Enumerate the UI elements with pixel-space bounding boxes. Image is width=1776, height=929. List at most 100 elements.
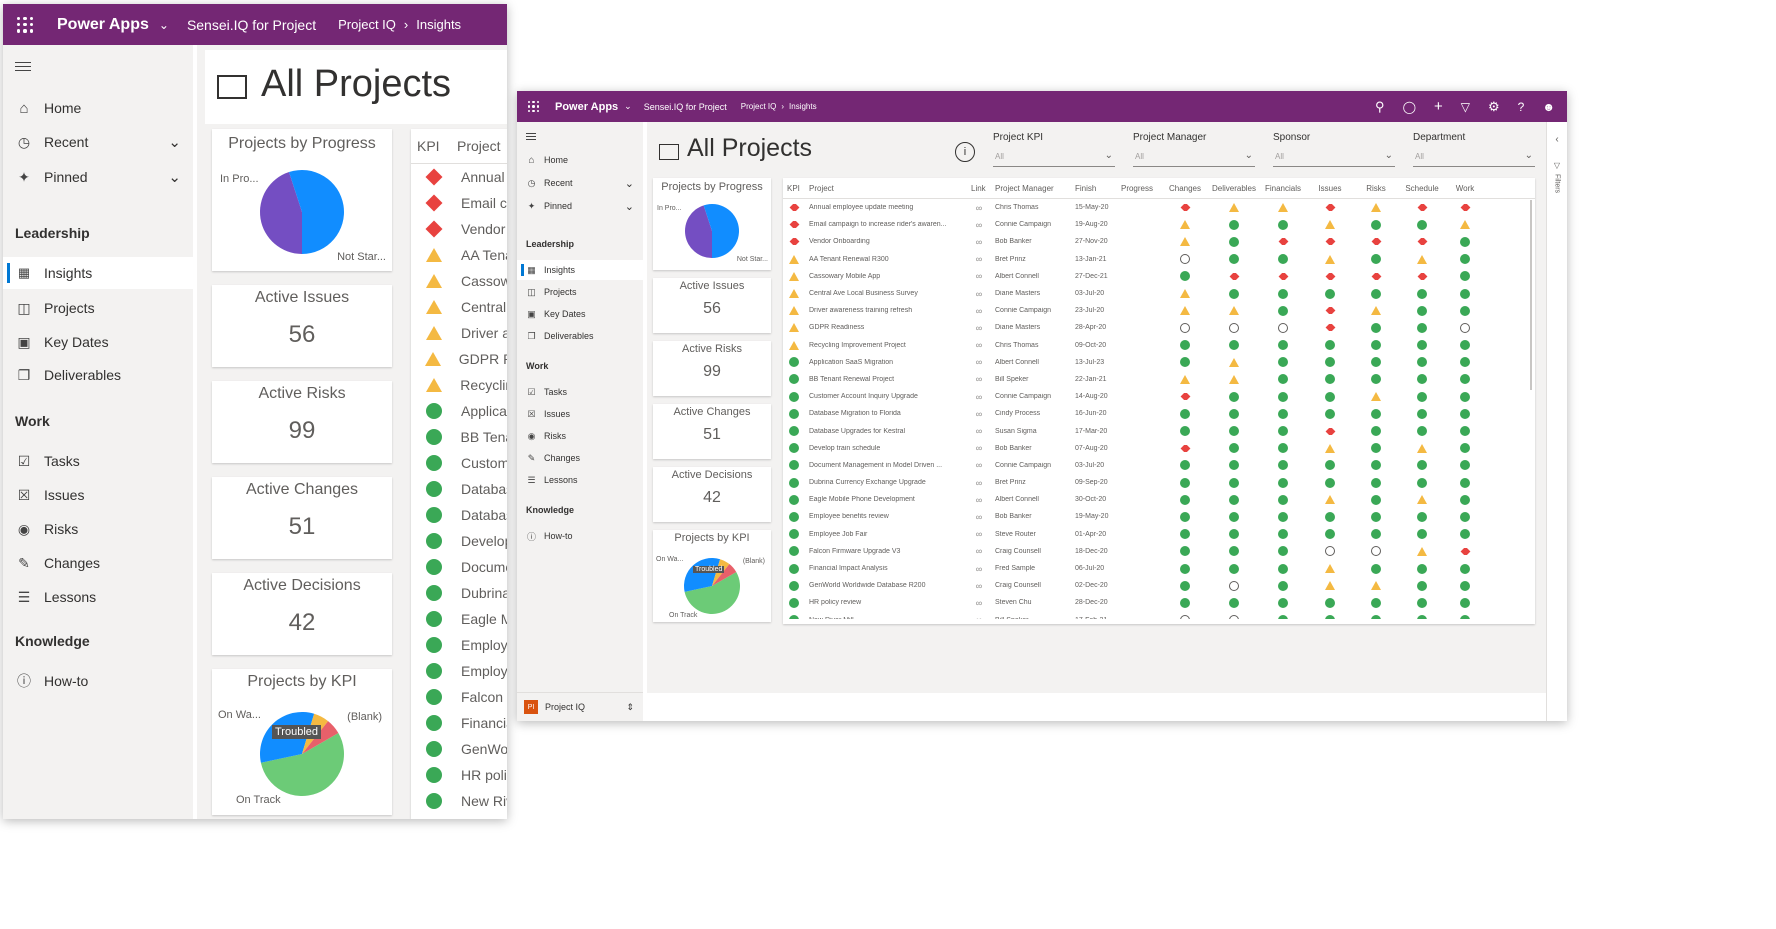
project-name[interactable]: Financial: [461, 715, 507, 731]
sidebar-item-insights[interactable]: ▦ Insights: [517, 260, 643, 280]
project-name[interactable]: Financial Impact Analysis: [805, 565, 967, 572]
sidebar-item-tasks[interactable]: ☑ Tasks: [517, 382, 643, 402]
table-row[interactable]: New River Mill∞Bill Speker17-Feb-210%: [783, 612, 1535, 619]
gear-icon[interactable]: ⚙: [1488, 99, 1500, 115]
active-risks-card[interactable]: Active Risks 99: [212, 381, 392, 463]
table-row[interactable]: Cassowary Mobile App ∞ Albert Connell 27-De…: [783, 268, 1535, 285]
table-row[interactable]: Vendor C: [411, 216, 507, 242]
column-header[interactable]: Work: [1445, 184, 1485, 193]
breadcrumb-project-iq[interactable]: Project IQ: [338, 17, 396, 32]
project-name[interactable]: Dubrina Currency Exchange Upgrade: [805, 479, 967, 486]
table-row[interactable]: Eagle Mo: [411, 606, 507, 632]
project-name[interactable]: Vendor C: [461, 221, 507, 237]
project-name[interactable]: Develop train schedule: [805, 445, 967, 452]
table-row[interactable]: GenWorld Worldwide Database R200 ∞ Craig C…: [783, 577, 1535, 594]
link-icon[interactable]: ∞: [976, 306, 982, 316]
filter-dropdown[interactable]: All ⌄: [1413, 150, 1535, 167]
project-name[interactable]: Email campaign to increase rider's aware…: [805, 221, 967, 228]
project-name[interactable]: Database Upgrades for Kestral: [805, 428, 967, 435]
project-name[interactable]: Dubrina: [461, 585, 507, 601]
link-icon[interactable]: ∞: [976, 478, 982, 488]
app-launcher-icon[interactable]: [528, 101, 539, 112]
table-row[interactable]: Application SaaS Migration ∞ Albert Connel…: [783, 354, 1535, 371]
column-header[interactable]: Deliverables: [1209, 184, 1259, 193]
sidebar-item-issues[interactable]: ☒ Issues: [3, 479, 193, 511]
sidebar-item-how-to[interactable]: ⓘ How-to: [517, 526, 643, 546]
project-name[interactable]: Annual employee update meeting: [805, 204, 967, 211]
project-name[interactable]: Document Management in Model Driven ...: [805, 462, 967, 469]
table-row[interactable]: Database Migration to Florida ∞ Cindy Proc…: [783, 405, 1535, 422]
add-icon[interactable]: +: [1434, 98, 1443, 115]
table-row[interactable]: BB Tenant Renewal Project ∞ Bill Speker 22-…: [783, 371, 1535, 388]
active-changes-card[interactable]: Active Changes 51: [653, 404, 771, 459]
sidebar-item-tasks[interactable]: ☑ Tasks: [3, 445, 193, 477]
project-name[interactable]: GDPR Readiness: [805, 324, 967, 331]
project-name[interactable]: Driver av: [461, 325, 507, 341]
link-icon[interactable]: ∞: [976, 220, 982, 230]
table-row[interactable]: Employe: [411, 658, 507, 684]
link-icon[interactable]: ∞: [976, 598, 982, 608]
table-row[interactable]: Employee benefits review ∞ Bob Banker 19-Ma…: [783, 508, 1535, 525]
nav-recent[interactable]: ◷ Recent ⌄: [3, 127, 193, 157]
nav-recent[interactable]: ◷ Recent ⌄: [517, 173, 643, 193]
table-row[interactable]: Databas: [411, 476, 507, 502]
app-launcher-icon[interactable]: [17, 16, 33, 33]
table-row[interactable]: Recycling: [411, 372, 507, 398]
hamburger-icon[interactable]: [15, 59, 31, 74]
column-header[interactable]: Link: [967, 184, 991, 193]
user-icon[interactable]: ☻: [1542, 100, 1555, 114]
project-name[interactable]: Email car: [461, 195, 507, 211]
sidebar-item-deliverables[interactable]: ❐ Deliverables: [517, 326, 643, 346]
table-row[interactable]: Eagle Mobile Phone Development ∞ Albert Co…: [783, 491, 1535, 508]
project-name[interactable]: Database Migration to Florida: [805, 410, 967, 417]
table-row[interactable]: BB Tenan: [411, 424, 507, 450]
table-row[interactable]: GDPR Readiness∞Diane Masters28-Apr-2020%: [783, 319, 1535, 336]
column-header[interactable]: Changes: [1161, 184, 1209, 193]
link-icon[interactable]: ∞: [976, 392, 982, 402]
app-name[interactable]: Power Apps: [57, 16, 149, 34]
table-row[interactable]: Financial: [411, 710, 507, 736]
active-risks-card[interactable]: Active Risks 99: [653, 341, 771, 396]
project-name[interactable]: Annual e: [461, 169, 507, 185]
project-name[interactable]: BB Tenan: [461, 429, 507, 445]
link-icon[interactable]: ∞: [976, 581, 982, 591]
chevron-down-icon[interactable]: ⌄: [625, 177, 634, 190]
nav-home[interactable]: ⌂ Home: [3, 93, 193, 123]
project-name[interactable]: New River Mill: [805, 617, 967, 619]
project-name[interactable]: Databas: [461, 507, 507, 523]
link-icon[interactable]: ∞: [976, 529, 982, 539]
link-icon[interactable]: ∞: [976, 271, 982, 281]
table-row[interactable]: Central Ave Local Business Survey ∞ Diane …: [783, 285, 1535, 302]
link-icon[interactable]: ∞: [976, 254, 982, 264]
sidebar-item-lessons[interactable]: ☰ Lessons: [3, 581, 193, 613]
link-icon[interactable]: ∞: [976, 237, 982, 247]
project-name[interactable]: Employee Job Fair: [805, 531, 967, 538]
table-row[interactable]: Driver awareness training refresh ∞ Connie…: [783, 302, 1535, 319]
table-row[interactable]: Vendor Onboarding∞Bob Banker27-Nov-202%: [783, 233, 1535, 250]
kpi-card[interactable]: Projects by KPI On Wa... (Blank) Trouble…: [212, 669, 392, 815]
area-switcher[interactable]: PI Project IQ ⇕: [517, 692, 643, 721]
link-icon[interactable]: ∞: [976, 374, 982, 384]
chevron-down-icon[interactable]: ⌄: [624, 101, 632, 112]
project-name[interactable]: Documer: [461, 559, 507, 575]
project-name[interactable]: Cassowa: [461, 273, 507, 289]
table-row[interactable]: New Rive: [411, 788, 507, 814]
project-name[interactable]: GenWorld Worldwide Database R200: [805, 582, 967, 589]
nav-home[interactable]: ⌂ Home: [517, 150, 643, 170]
project-name[interactable]: Recycling Improvement Project: [805, 342, 967, 349]
project-name[interactable]: GenWorl: [461, 741, 507, 757]
sidebar-item-key-dates[interactable]: ▣ Key Dates: [3, 326, 193, 358]
column-header[interactable]: Financials: [1259, 184, 1307, 193]
table-row[interactable]: Employe: [411, 632, 507, 658]
link-icon[interactable]: ∞: [976, 512, 982, 522]
table-row[interactable]: HR policy review∞Steven Chu28-Dec-2015%: [783, 594, 1535, 611]
table-row[interactable]: Dubrina: [411, 580, 507, 606]
filter-dropdown[interactable]: All ⌄: [1273, 150, 1395, 167]
column-header[interactable]: Issues: [1307, 184, 1353, 193]
solution-name[interactable]: Sensei.IQ for Project: [187, 17, 316, 33]
sidebar-item-lessons[interactable]: ☰ Lessons: [517, 470, 643, 490]
project-name[interactable]: Falcon Fi: [461, 689, 507, 705]
sidebar-item-risks[interactable]: ◉ Risks: [517, 426, 643, 446]
sidebar-item-issues[interactable]: ☒ Issues: [517, 404, 643, 424]
table-row[interactable]: Custome: [411, 450, 507, 476]
